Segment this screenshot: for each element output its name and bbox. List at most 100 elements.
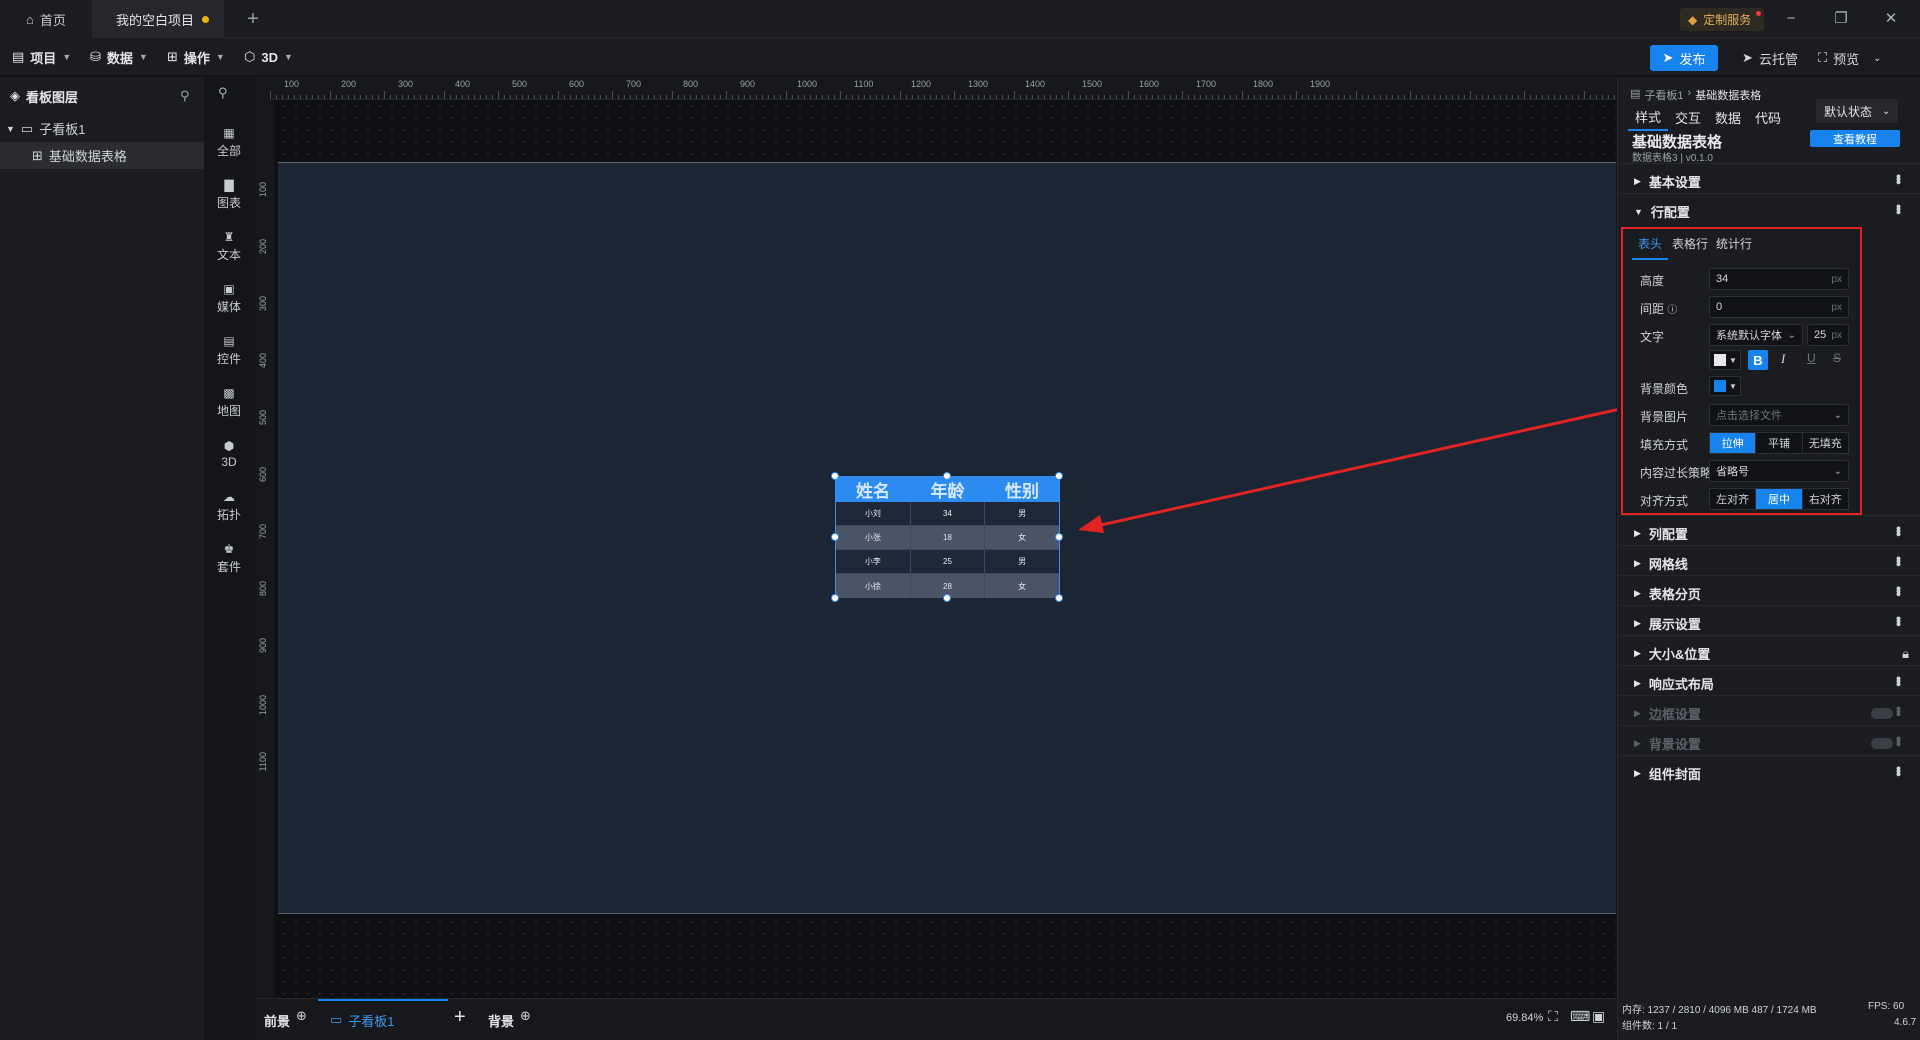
sidebar-item-all[interactable]: ▦ 全部 [204,117,254,167]
resize-handle[interactable] [1055,594,1063,602]
state-select[interactable]: 默认状态 ⌄ [1816,99,1898,123]
data-table-widget[interactable]: 姓名 年龄 性别 小刘 34 男 小张 18 女 小李 25 男 小徐 28 女 [835,476,1060,598]
subtab-header[interactable]: 表头 [1632,235,1669,260]
resize-handle[interactable] [1055,533,1063,541]
toggle-switch[interactable] [1871,708,1893,719]
sidebar-item-topology[interactable]: ☁ 拓扑 [204,481,254,531]
sidebar-item-kit[interactable]: ♚ 套件 [204,533,254,583]
resize-handle[interactable] [831,472,839,480]
more-icon[interactable]: ••• [1891,736,1907,745]
layer-item-board[interactable]: ▼ ▭ 子看板1 [0,115,204,142]
preview-button[interactable]: ⛶ 预览 ⌄ [1818,45,1908,71]
resize-handle[interactable] [943,594,951,602]
font-family-select[interactable]: 系统默认字体 ⌄ [1709,324,1803,346]
bgimage-select[interactable]: 点击选择文件 ⌄ [1709,404,1849,426]
tab-home[interactable]: ⌂ 首页 [0,0,92,38]
overflow-select[interactable]: 省略号 ⌄ [1709,460,1849,482]
ruler-tick-label: 1700 [1196,79,1217,89]
strikethrough-icon[interactable]: S [1833,351,1841,365]
align-segment[interactable]: 左对齐 居中 右对齐 [1709,488,1849,510]
more-icon[interactable]: ••• [1891,174,1907,183]
align-right-option[interactable]: 右对齐 [1802,489,1848,509]
grid-icon: ▦ [223,125,235,140]
restore-icon[interactable]: ❐ [1830,8,1852,30]
sidebar-item-control[interactable]: ▤ 控件 [204,325,254,375]
minimize-icon[interactable]: − [1780,8,1802,30]
more-icon[interactable]: ••• [1891,556,1907,565]
terminal-icon[interactable]: ▣ [1592,1008,1605,1025]
subtab-rows[interactable]: 表格行 [1672,235,1708,252]
resize-handle[interactable] [943,472,951,480]
toggle-switch[interactable] [1871,738,1893,749]
more-icon[interactable]: ••• [1891,676,1907,685]
board-tab[interactable]: ▭ 子看板1 [318,999,448,1039]
sidebar-item-map[interactable]: ▩ 地图 [204,377,254,427]
add-circle-icon[interactable]: ⊕ [296,1008,307,1024]
subtab-summary[interactable]: 统计行 [1716,235,1752,252]
close-icon[interactable]: ✕ [1880,8,1902,30]
font-size-input[interactable]: 25 px [1807,324,1849,346]
background-tab[interactable]: 背景 [488,1011,514,1030]
fill-none-option[interactable]: 无填充 [1802,433,1848,453]
more-icon[interactable]: ••• [1891,616,1907,625]
bold-icon[interactable]: B [1748,350,1768,370]
layer-item-table[interactable]: ⊞ 基础数据表格 [0,142,204,169]
italic-icon[interactable]: I [1781,351,1785,367]
align-left-option[interactable]: 左对齐 [1710,489,1757,509]
custom-service-button[interactable]: ◆ 定制服务 [1680,8,1764,31]
tab-code[interactable]: 代码 [1748,103,1788,131]
bg-color-picker[interactable]: ▼ [1709,376,1741,396]
menu-operation[interactable]: ⊞ 操作 ▼ [167,38,225,76]
fill-stretch-option[interactable]: 拉伸 [1710,433,1757,453]
height-input[interactable]: 34 px [1709,268,1849,290]
section-cover[interactable]: ▶ 组件封面 ••• [1618,755,1920,791]
tab-style[interactable]: 样式 [1628,103,1668,131]
menu-3d[interactable]: ⬡ 3D ▼ [244,38,293,76]
section-row-config[interactable]: ▼ 行配置 ••• [1618,193,1920,229]
more-icon[interactable]: ••• [1891,586,1907,595]
tab-project[interactable]: 我的空白项目 [92,0,224,38]
resize-handle[interactable] [831,533,839,541]
section-title: 组件封面 [1648,767,1701,782]
sidebar-item-text[interactable]: ♜ 文本 [204,221,254,271]
gap-input[interactable]: 0 px [1709,296,1849,318]
align-center-option[interactable]: 居中 [1756,489,1803,509]
more-icon[interactable]: ••• [1891,204,1907,213]
more-icon[interactable]: ••• [1891,706,1907,715]
ruler-left: 100 200 300 400 500 600 700 800 900 1000 1100 [256,77,274,998]
lock-icon[interactable]: 🔒︎ [1902,646,1909,662]
resize-handle[interactable] [1055,472,1063,480]
fill-mode-segment[interactable]: 拉伸 平铺 无填充 [1709,432,1849,454]
underline-icon[interactable]: U [1807,351,1816,365]
gap-label: 间距 ⓘ [1640,300,1677,317]
fit-screen-icon[interactable]: ⛶ [1548,1008,1558,1025]
sidebar-item-3d[interactable]: ⬢ 3D [204,429,254,479]
sidebar-item-chart[interactable]: ▇ 图表 [204,169,254,219]
breadcrumb-parent[interactable]: 子看板1 [1644,87,1683,103]
tutorial-button[interactable]: 查看教程 [1810,130,1900,147]
keyboard-icon[interactable]: ⌨ [1570,1008,1590,1025]
tab-data[interactable]: 数据 [1708,103,1748,131]
add-board-button[interactable]: + [454,1006,466,1029]
more-icon[interactable]: ••• [1891,766,1907,775]
filter-icon[interactable]: ⚲ [180,88,190,104]
add-tab-button[interactable]: + [238,0,268,38]
sidebar-item-media[interactable]: ▣ 媒体 [204,273,254,323]
foreground-tab[interactable]: 前景 [264,1011,290,1030]
bar-chart-icon: ▇ [224,177,234,192]
help-icon[interactable]: ⓘ [1667,305,1677,316]
tab-interaction[interactable]: 交互 [1668,103,1708,131]
publish-button[interactable]: ➤ 发布 [1650,45,1718,71]
resize-handle[interactable] [831,594,839,602]
menu-data[interactable]: ⛁ 数据 ▼ [90,38,148,76]
more-icon[interactable]: ••• [1891,526,1907,535]
cloud-hosting-button[interactable]: ➤ 云托管 [1730,45,1810,71]
fill-tile-option[interactable]: 平铺 [1756,433,1803,453]
search-icon[interactable]: ⚲ [218,85,228,101]
menu-project[interactable]: ▤ 项目 ▼ [12,38,71,76]
sidebar-item-label: 控件 [216,351,241,366]
font-color-picker[interactable]: ▼ [1709,350,1741,370]
zoom-level[interactable]: 69.84% [1506,1012,1543,1024]
add-circle-icon[interactable]: ⊕ [520,1008,531,1024]
component-sidebar: ⚲ ▦ 全部 ▇ 图表 ♜ 文本 ▣ 媒体 ▤ 控件 ▩ 地图 ⬢ 3D ☁ 拓扑 ♚ 套件 [204,77,254,1040]
